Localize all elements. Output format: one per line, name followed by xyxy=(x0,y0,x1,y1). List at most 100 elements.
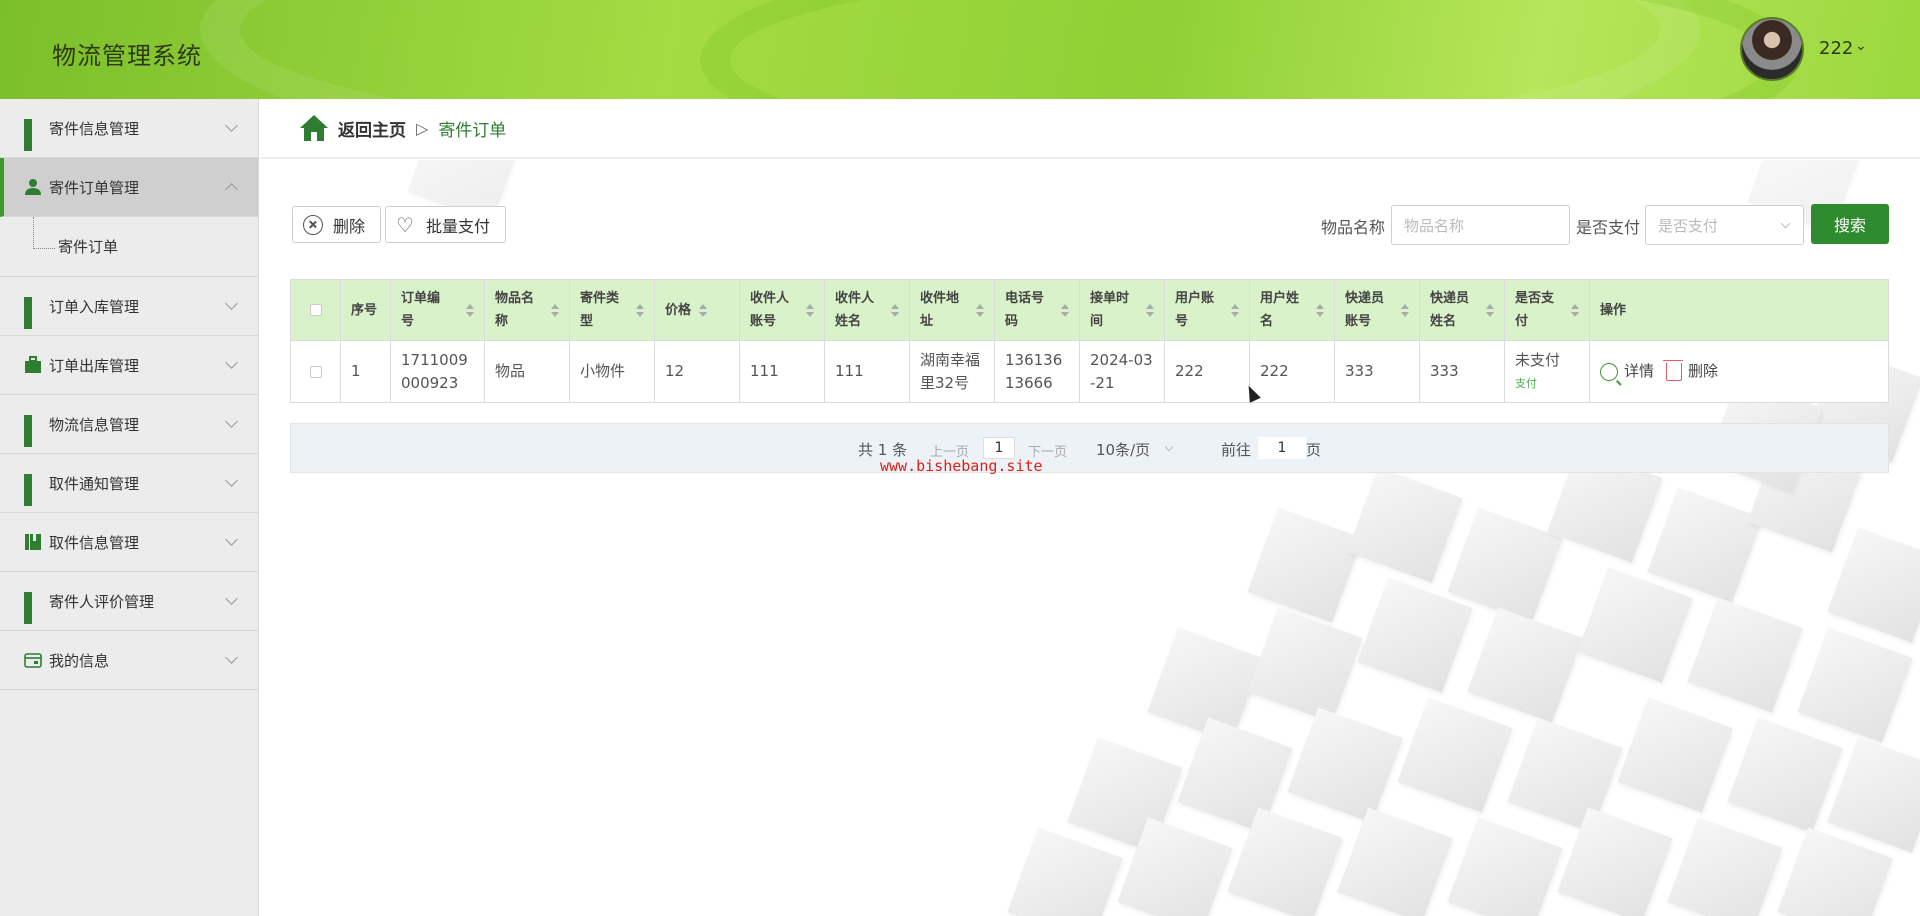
close-circle-icon xyxy=(303,214,323,235)
header-label: 收件地 xyxy=(920,291,960,306)
user-name[interactable]: 222 xyxy=(1819,38,1853,59)
breadcrumb-home-link[interactable]: 返回主页 xyxy=(338,116,406,141)
header-label: 址 xyxy=(920,314,934,329)
avatar[interactable] xyxy=(1740,17,1804,81)
sort-icon[interactable] xyxy=(891,304,899,318)
chevron-down-icon xyxy=(225,592,238,605)
header-label: 型 xyxy=(580,314,594,329)
item-name-placeholder: 物品名称 xyxy=(1404,216,1465,235)
chevron-down-icon xyxy=(225,356,238,369)
sidebar-item-pickup-notice[interactable]: 取件通知管理 xyxy=(0,454,258,513)
sidebar-item-sender-review[interactable]: 寄件人评价管理 xyxy=(0,572,258,631)
row-delete-button[interactable]: 删除 xyxy=(1663,359,1718,383)
sort-icon[interactable] xyxy=(551,304,559,318)
grid-icon xyxy=(24,297,42,329)
user-menu-chevron-down-icon[interactable]: ⌄ xyxy=(1855,38,1867,54)
breadcrumb: 返回主页 ▷ 寄件订单 xyxy=(260,99,1920,159)
pagination-page-number[interactable]: 1 xyxy=(983,437,1015,459)
header-cell[interactable]: 序号 xyxy=(341,280,391,340)
pagination-page-size-select[interactable]: 10条/页 xyxy=(1096,439,1150,460)
header-cell[interactable]: 快递员 姓名 xyxy=(1420,280,1505,340)
delete-button-label: 删除 xyxy=(333,216,366,236)
header-cell[interactable]: 用户姓名 xyxy=(1250,280,1335,340)
header-label: 操作 xyxy=(1600,302,1627,318)
cell-text: 136136 xyxy=(1005,350,1063,369)
header-cell[interactable]: 收件人 账号 xyxy=(740,280,825,340)
paid-select[interactable]: 是否支付 xyxy=(1645,205,1804,245)
sidebar-item-logistics-info[interactable]: 物流信息管理 xyxy=(0,395,258,454)
header-cell[interactable]: 接单时间 xyxy=(1080,280,1165,340)
pagination: 共 1 条 上一页 1 下一页 10条/页 前往 1 页 xyxy=(290,423,1889,473)
header-cell[interactable]: 物品名称 xyxy=(485,280,570,340)
sort-icon[interactable] xyxy=(1401,304,1409,318)
header-cell[interactable]: 订单编号 xyxy=(391,280,485,340)
person-icon xyxy=(24,178,42,196)
sidebar-item-label: 寄件订单管理 xyxy=(49,178,140,197)
chevron-down-icon xyxy=(1164,442,1174,452)
sidebar-subitem-label: 寄件订单 xyxy=(58,238,119,256)
delete-button[interactable]: 删除 xyxy=(292,206,381,243)
header-cell[interactable]: 价格 xyxy=(655,280,740,340)
header-label: 间 xyxy=(1090,314,1104,329)
header-cell[interactable]: 用户账号 xyxy=(1165,280,1250,340)
sort-icon[interactable] xyxy=(699,304,707,318)
sort-icon[interactable] xyxy=(636,304,644,318)
chevron-down-icon xyxy=(225,119,238,132)
item-name-label: 物品名称 xyxy=(1321,218,1386,237)
detail-button[interactable]: 详情 xyxy=(1600,360,1654,383)
header-cell[interactable]: 是否支付 xyxy=(1505,280,1590,340)
sort-icon[interactable] xyxy=(1316,304,1324,318)
header-label: 称 xyxy=(495,314,509,329)
sort-icon[interactable] xyxy=(1571,304,1579,318)
header-label: 序号 xyxy=(351,302,378,318)
header-label: 快递员 xyxy=(1430,291,1470,306)
cell-address: 湖南幸福 里32号 xyxy=(910,341,995,402)
sidebar-item-my-info[interactable]: 我的信息 xyxy=(0,631,258,690)
sort-icon[interactable] xyxy=(1061,304,1069,318)
sort-icon[interactable] xyxy=(1486,304,1494,318)
home-icon[interactable] xyxy=(300,115,328,141)
item-name-input[interactable]: 物品名称 xyxy=(1391,205,1570,245)
sidebar-item-pickup-info[interactable]: 取件信息管理 xyxy=(0,513,258,572)
sort-icon[interactable] xyxy=(976,304,984,318)
sidebar-item-label: 物流信息管理 xyxy=(49,415,140,434)
sidebar-item-order-outbound[interactable]: 订单出库管理 xyxy=(0,336,258,395)
sidebar-item-label: 取件信息管理 xyxy=(49,533,140,552)
batch-pay-button[interactable]: ♡ 批量支付 xyxy=(385,206,506,243)
chevron-down-icon xyxy=(225,415,238,428)
sidebar-subitem-send-order[interactable]: 寄件订单 xyxy=(0,217,258,277)
header-label: 收件人 xyxy=(835,291,875,306)
header-label: 收件人 xyxy=(750,291,790,306)
pagination-page-suffix: 页 xyxy=(1306,441,1322,459)
sidebar-item-send-orders[interactable]: 寄件订单管理 xyxy=(0,158,258,217)
sidebar-item-order-inbound[interactable]: 订单入库管理 xyxy=(0,277,258,336)
orders-table: 序号 订单编号 物品名称 寄件类型 价格 收件人 账号 收件人 姓名 收件地址 电话… xyxy=(290,279,1889,403)
cell-courier-name: 333 xyxy=(1420,341,1505,402)
sidebar-item-send-info[interactable]: 寄件信息管理 xyxy=(0,99,258,158)
header-cell[interactable]: 电话号码 xyxy=(995,280,1080,340)
header-label: 码 xyxy=(1005,314,1019,329)
pay-link[interactable]: 支付 xyxy=(1515,372,1560,395)
sort-icon[interactable] xyxy=(1146,304,1154,318)
sort-icon[interactable] xyxy=(806,304,814,318)
table-row: 1 1711009 000923 物品 小物件 12 111 111 湖南幸福 里3… xyxy=(291,341,1888,402)
cell-item-name: 物品 xyxy=(485,341,570,402)
cell-item-type: 小物件 xyxy=(570,341,655,402)
header-cell[interactable]: 收件人 姓名 xyxy=(825,280,910,340)
header-cell: 操作 xyxy=(1590,280,1888,340)
app-title: 物流管理系统 xyxy=(52,42,202,70)
header-cell[interactable]: 快递员 账号 xyxy=(1335,280,1420,340)
chevron-down-icon xyxy=(225,651,238,664)
cell-text: 里32号 xyxy=(920,373,970,392)
trash-icon xyxy=(1663,359,1684,381)
pagination-goto-input[interactable]: 1 xyxy=(1258,437,1306,459)
header-cell[interactable]: 寄件类型 xyxy=(570,280,655,340)
row-checkbox[interactable] xyxy=(309,365,322,378)
search-button[interactable]: 搜索 xyxy=(1811,204,1889,244)
header-label: 快递员 xyxy=(1345,291,1385,306)
sort-icon[interactable] xyxy=(1231,304,1239,318)
header-cell[interactable]: 收件地址 xyxy=(910,280,995,340)
sort-icon[interactable] xyxy=(466,304,474,318)
cell-user-account: 222 xyxy=(1165,341,1250,402)
select-all-checkbox[interactable] xyxy=(309,304,322,316)
